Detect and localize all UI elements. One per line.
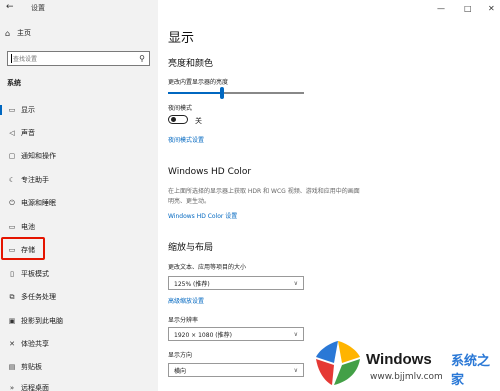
share-icon: ✕ xyxy=(9,340,15,348)
sidebar-item-label: 电池 xyxy=(21,223,35,231)
sidebar-item-focus-assist[interactable]: ☾ 专注助手 xyxy=(0,173,158,187)
sidebar-item-sound[interactable]: ◁ 声音 xyxy=(0,126,158,140)
logo-quadrant-blue xyxy=(316,341,338,363)
brightness-slider-thumb[interactable] xyxy=(220,87,225,99)
watermark: Windows 系统之家 www.bjjmlv.com xyxy=(308,337,500,391)
hd-color-heading: Windows HD Color xyxy=(168,167,252,177)
text-caret xyxy=(11,54,12,63)
advanced-scaling-link[interactable]: 高级缩放设置 xyxy=(168,296,204,305)
logo-quadrant-green xyxy=(334,359,360,385)
main-content: 显示 亮度和颜色 更改内置显示器的亮度 夜间模式 关 夜间模式设置 Window… xyxy=(158,0,500,391)
hd-color-settings-link[interactable]: Windows HD Color 设置 xyxy=(168,211,237,220)
sidebar-item-label: 显示 xyxy=(21,106,35,114)
sidebar: ← 设置 ⌂ 主页 查找设置 ⚲ 系统 ▭ 显示 ◁ 声音 ▢ 通知和操作 ☾ … xyxy=(0,0,158,391)
scale-dropdown[interactable]: 125% (推荐) ∨ xyxy=(168,276,304,290)
project-icon: ▣ xyxy=(8,317,16,325)
text-size-label: 更改文本、应用等项目的大小 xyxy=(168,264,247,271)
multitask-icon: ⧉ xyxy=(9,292,15,301)
back-arrow-icon[interactable]: ← xyxy=(6,2,14,12)
remote-icon: » xyxy=(9,384,15,391)
sidebar-item-notifications[interactable]: ▢ 通知和操作 xyxy=(0,149,158,163)
sidebar-item-label: 通知和操作 xyxy=(21,152,56,160)
scale-dropdown-value: 125% (推荐) xyxy=(174,280,210,288)
search-placeholder: 查找设置 xyxy=(13,56,38,63)
scale-layout-heading: 缩放与布局 xyxy=(168,243,214,253)
notification-icon: ▢ xyxy=(8,152,16,160)
night-light-state: 关 xyxy=(195,117,202,125)
sidebar-item-label: 专注助手 xyxy=(21,176,49,184)
sidebar-item-label: 声音 xyxy=(21,129,35,137)
resolution-dropdown-value: 1920 × 1080 (推荐) xyxy=(174,331,232,339)
power-icon: ⏻ xyxy=(9,198,15,207)
moon-icon: ☾ xyxy=(8,176,16,184)
hd-color-desc-line-2: 明亮、更生动。 xyxy=(168,198,211,205)
section-header-system: 系统 xyxy=(7,79,21,87)
home-icon: ⌂ xyxy=(5,28,11,38)
sidebar-item-label: 远程桌面 xyxy=(21,384,49,391)
night-light-toggle[interactable] xyxy=(168,115,188,124)
logo-quadrant-red xyxy=(316,359,334,385)
brightness-label: 更改内置显示器的亮度 xyxy=(168,79,229,86)
toggle-knob xyxy=(171,117,176,122)
orientation-label: 显示方向 xyxy=(168,352,193,359)
sidebar-item-label: 主页 xyxy=(17,29,31,37)
sidebar-item-display[interactable]: ▭ 显示 xyxy=(0,103,158,117)
sidebar-item-label: 投影到此电脑 xyxy=(21,317,63,325)
page-title: 显示 xyxy=(168,31,195,46)
search-input[interactable]: 查找设置 ⚲ xyxy=(7,51,150,66)
sidebar-item-shared-experiences[interactable]: ✕ 体验共享 xyxy=(0,337,158,351)
watermark-cn: 系统之家 xyxy=(451,354,491,388)
sidebar-item-label: 多任务处理 xyxy=(21,293,56,301)
sidebar-item-tablet-mode[interactable]: ▯ 平板模式 xyxy=(0,267,158,281)
watermark-url: www.bjjmlv.com xyxy=(370,372,443,382)
hd-color-description: 在上面所选择的显示器上获取 HDR 和 WCG 视频、游戏和应用中的画面 明亮、… xyxy=(168,187,388,207)
app-title: 设置 xyxy=(31,4,45,12)
sidebar-item-label: 剪贴板 xyxy=(21,363,42,371)
sidebar-item-home[interactable]: ⌂ 主页 xyxy=(5,26,31,40)
resolution-label: 显示分辨率 xyxy=(168,317,199,324)
chevron-down-icon: ∨ xyxy=(293,330,298,338)
night-light-settings-link[interactable]: 夜间模式设置 xyxy=(168,135,204,144)
orientation-dropdown[interactable]: 横向 ∨ xyxy=(168,363,304,377)
chevron-down-icon: ∨ xyxy=(293,366,298,374)
orientation-dropdown-value: 横向 xyxy=(174,367,187,375)
hd-color-desc-line-1: 在上面所选择的显示器上获取 HDR 和 WCG 视频、游戏和应用中的画面 xyxy=(168,188,360,195)
brightness-slider-fill xyxy=(168,92,223,94)
sidebar-item-remote-desktop[interactable]: » 远程桌面 xyxy=(0,381,158,391)
speaker-icon: ◁ xyxy=(9,129,15,137)
windows-logo-icon xyxy=(316,341,360,385)
brightness-heading: 亮度和颜色 xyxy=(168,59,214,69)
sidebar-item-label: 电源和睡眠 xyxy=(21,199,56,207)
search-icon[interactable]: ⚲ xyxy=(139,54,145,63)
brightness-slider[interactable] xyxy=(168,87,304,99)
title-bar: ← 设置 xyxy=(0,0,158,16)
logo-quadrant-yellow xyxy=(338,341,360,363)
storage-highlight-box xyxy=(1,237,45,260)
sidebar-item-label: 体验共享 xyxy=(21,340,49,348)
sidebar-item-label: 平板模式 xyxy=(21,270,49,278)
chevron-down-icon: ∨ xyxy=(293,279,298,287)
tablet-icon: ▯ xyxy=(10,270,14,278)
clipboard-icon: ▤ xyxy=(8,363,16,371)
monitor-icon: ▭ xyxy=(8,106,16,114)
sidebar-item-power-sleep[interactable]: ⏻ 电源和睡眠 xyxy=(0,196,158,210)
night-light-label: 夜间模式 xyxy=(168,105,193,112)
sidebar-item-clipboard[interactable]: ▤ 剪贴板 xyxy=(0,360,158,374)
resolution-dropdown[interactable]: 1920 × 1080 (推荐) ∨ xyxy=(168,327,304,341)
sidebar-item-battery[interactable]: ▭ 电池 xyxy=(0,220,158,234)
sidebar-item-projecting[interactable]: ▣ 投影到此电脑 xyxy=(0,314,158,328)
sidebar-item-multitasking[interactable]: ⧉ 多任务处理 xyxy=(0,290,158,304)
watermark-brand: Windows xyxy=(366,351,432,368)
battery-icon: ▭ xyxy=(8,223,16,231)
